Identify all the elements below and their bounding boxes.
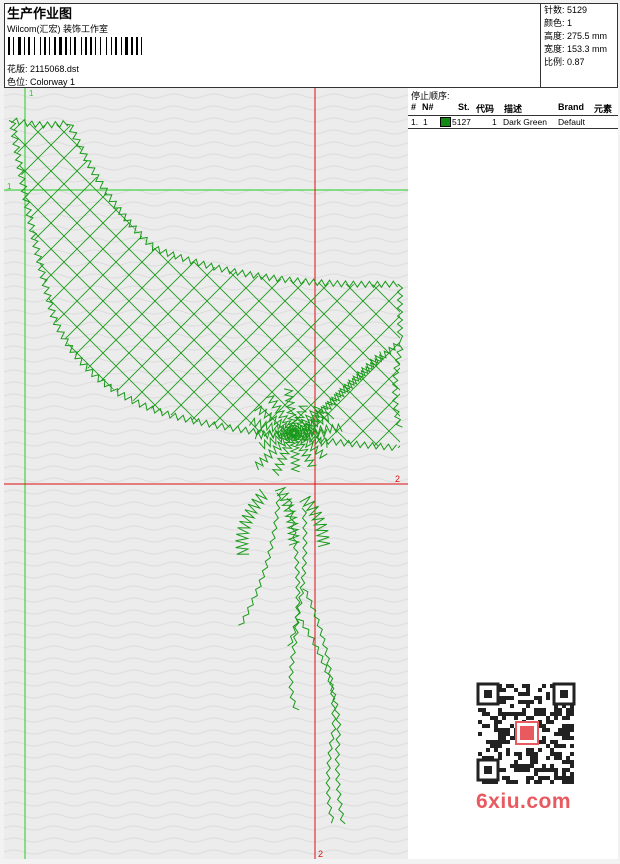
watermark-text: 6xiu.com: [476, 790, 572, 813]
guide-label-h2: 2: [395, 474, 400, 484]
guide-label-v1: 1: [29, 89, 34, 98]
design-file-label: 花版:: [7, 64, 28, 74]
col-needle: N#: [422, 102, 434, 112]
barcode: [8, 37, 142, 55]
company-name: Wilcom(汇宏) 装饰工作室: [7, 24, 108, 34]
row-code: 1: [492, 117, 497, 127]
design-file-name: 2115068.dst: [30, 64, 79, 74]
qr-code: [470, 680, 582, 790]
stat-height: 高度: 275.5 mm: [544, 31, 608, 41]
col-stitches: St.: [458, 102, 470, 112]
sheet-title: 生产作业图: [7, 6, 73, 21]
stat-stitches: 针数: 5129: [544, 5, 588, 15]
design-canvas: 1 1 2 2: [4, 88, 409, 859]
stat-colors: 颜色: 1: [544, 18, 573, 28]
design-file: 花版: 2115068.dst: [7, 62, 79, 75]
col-description: 描述: [504, 104, 523, 114]
col-code: 代码: [476, 104, 495, 114]
row-index: 1.: [411, 117, 419, 127]
stat-scale: 比例: 0.87: [544, 57, 585, 67]
row-brand: Default: [558, 117, 585, 127]
stat-width: 宽度: 153.3 mm: [544, 44, 608, 54]
guide-label-v2: 2: [318, 849, 323, 859]
row-description: Dark Green: [503, 117, 547, 127]
stats-panel: 针数: 5129 颜色: 1 高度: 275.5 mm 宽度: 153.3 mm…: [540, 4, 619, 87]
colorway-label: 色位:: [7, 77, 28, 87]
col-element: 元素: [594, 104, 613, 114]
row-needle: 1: [423, 117, 428, 127]
col-index: #: [411, 102, 417, 112]
color-swatch: [440, 117, 451, 127]
stop-sequence-header: # N# St. 代码 描述 Brand 元素: [408, 101, 618, 116]
table-row: 1. 1 5127 1 Dark Green Default: [408, 116, 618, 129]
col-brand: Brand: [558, 102, 585, 112]
colorway-name: Colorway 1: [30, 77, 76, 87]
row-stitches: 5127: [452, 117, 471, 127]
guide-label-h1: 1: [7, 182, 12, 191]
embroidery-preview: 1 1 2 2: [4, 88, 408, 859]
